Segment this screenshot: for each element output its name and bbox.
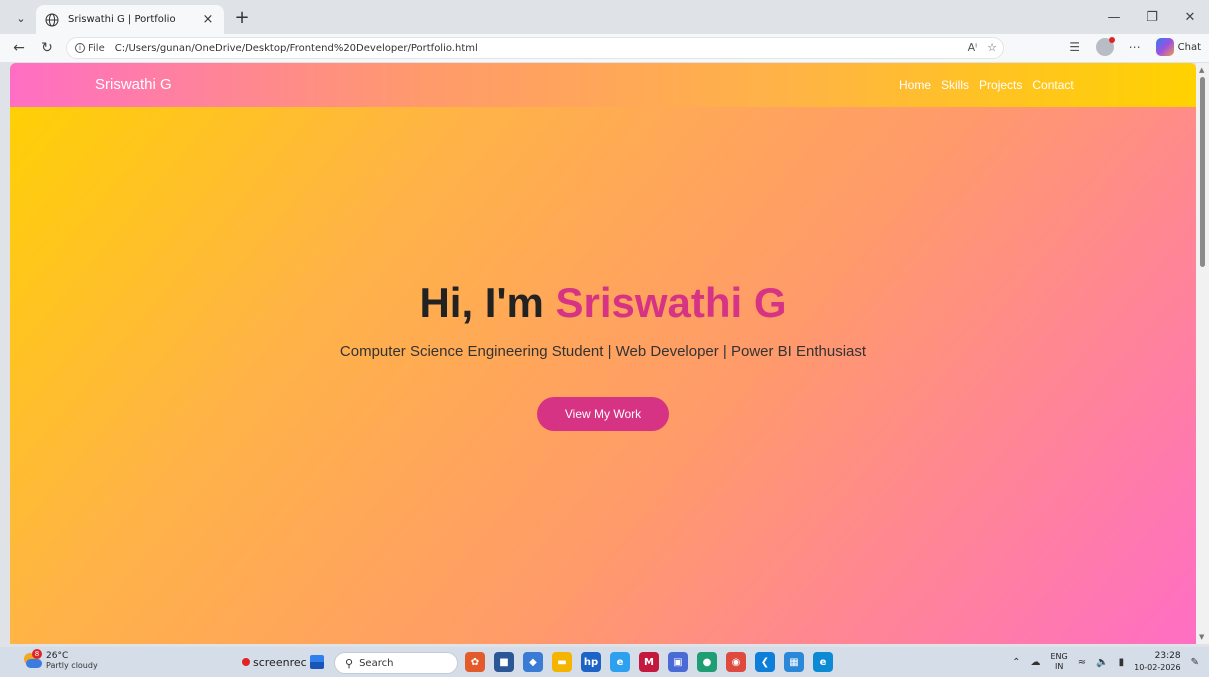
search-icon: ⚲ xyxy=(345,656,354,670)
browser-app-icon[interactable]: e xyxy=(610,652,630,672)
tray-app-icon[interactable]: ☁ xyxy=(1031,657,1041,668)
site-navbar: Sriswathi G Home Skills Projects Contact xyxy=(10,63,1196,107)
taskbar-apps: ✿ ■ ◆ ▬ hp e M ▣ ● ◉ ❮ ▦ e xyxy=(465,652,833,672)
screenrec-icon xyxy=(309,655,324,669)
browser-titlebar: ⌄ Sriswathi G | Portfolio × + — ❐ ✕ xyxy=(0,0,1209,34)
profile-avatar-icon[interactable] xyxy=(1095,37,1115,56)
scroll-up-icon[interactable]: ▲ xyxy=(1199,66,1204,74)
restore-icon[interactable]: ❐ xyxy=(1133,0,1171,34)
chat-label: Chat xyxy=(1177,41,1201,53)
clock-time: 23:28 xyxy=(1154,651,1181,661)
scroll-down-icon[interactable]: ▼ xyxy=(1199,633,1204,641)
battery-icon[interactable]: ▮ xyxy=(1119,657,1125,668)
site-logo[interactable]: Sriswathi G xyxy=(95,76,172,93)
copilot-icon xyxy=(1155,38,1174,56)
screenrec-label: screenrec xyxy=(253,655,307,669)
file-explorer-icon[interactable]: ▬ xyxy=(552,652,572,672)
chrome-icon[interactable]: ◉ xyxy=(726,652,746,672)
tab-close-icon[interactable]: × xyxy=(200,12,216,27)
weather-badge: 8 xyxy=(32,649,42,659)
task-view-icon[interactable]: ■ xyxy=(494,652,514,672)
copilot-app-icon[interactable]: ◆ xyxy=(523,652,543,672)
clock-date: 10-02-2026 xyxy=(1134,663,1181,672)
search-placeholder: Search xyxy=(359,657,394,669)
nav-link-home[interactable]: Home xyxy=(899,78,931,92)
refresh-icon[interactable]: ↻ xyxy=(36,38,58,58)
vscode-icon[interactable]: ❮ xyxy=(755,652,775,672)
favorites-icon[interactable]: ☰ xyxy=(1066,40,1084,54)
weather-desc: Partly cloudy xyxy=(46,661,98,670)
system-tray: ⌃ ☁ ENG IN ≈ 🔈 ▮ 23:28 10-02-2026 ✎ xyxy=(1012,651,1199,673)
tab-title: Sriswathi G | Portfolio xyxy=(68,14,176,25)
notes-app-icon[interactable]: ▦ xyxy=(784,652,804,672)
tray-overflow-chevron-icon[interactable]: ⌃ xyxy=(1012,657,1020,668)
lang-top: ENG xyxy=(1050,652,1068,661)
site-info-button[interactable]: i File xyxy=(75,43,105,54)
url-scheme-label: File xyxy=(88,42,105,54)
minimize-icon[interactable]: — xyxy=(1095,0,1133,34)
volume-icon[interactable]: 🔈 xyxy=(1096,657,1108,668)
screenrec-app[interactable]: screenrec xyxy=(242,655,324,669)
page-scrollbar[interactable]: ▲ ▼ xyxy=(1196,63,1209,644)
close-window-icon[interactable]: ✕ xyxy=(1171,0,1209,34)
globe-icon xyxy=(44,12,60,28)
copilot-chat-button[interactable]: Chat xyxy=(1155,38,1201,56)
browser-toolbar: ← ↻ i File C:/Users/gunan/OneDrive/Deskt… xyxy=(0,34,1209,62)
window-controls: — ❐ ✕ xyxy=(1095,0,1209,34)
hero-heading: Hi, I'm Sriswathi G xyxy=(10,279,1196,327)
clock[interactable]: 23:28 10-02-2026 xyxy=(1134,651,1181,673)
notification-dot xyxy=(1108,37,1115,43)
edge-icon[interactable]: e xyxy=(813,652,833,672)
address-bar[interactable]: i File C:/Users/gunan/OneDrive/Desktop/F… xyxy=(66,37,1004,59)
read-aloud-icon[interactable]: Aⁱ xyxy=(968,41,978,54)
tab-list-chevron-icon[interactable]: ⌄ xyxy=(10,8,32,28)
url-text[interactable]: C:/Users/gunan/OneDrive/Desktop/Frontend… xyxy=(115,43,478,54)
favorite-star-icon[interactable]: ☆ xyxy=(987,41,997,54)
widgets-icon[interactable]: ✿ xyxy=(465,652,485,672)
hero-section: Hi, I'm Sriswathi G Computer Science Eng… xyxy=(10,107,1196,644)
nav-link-skills[interactable]: Skills xyxy=(941,78,969,92)
nav-link-projects[interactable]: Projects xyxy=(979,78,1022,92)
more-options-icon[interactable]: ⋯ xyxy=(1126,40,1144,54)
wifi-icon[interactable]: ≈ xyxy=(1078,657,1086,668)
hp-app-icon[interactable]: hp xyxy=(581,652,601,672)
nav-links: Home Skills Projects Contact xyxy=(899,78,1074,92)
page-viewport: Sriswathi G Home Skills Projects Contact… xyxy=(10,63,1196,644)
toolbar-icons: ☰ ⋯ Chat xyxy=(1066,37,1201,56)
weather-widget[interactable]: 8 26°C Partly cloudy xyxy=(22,649,98,671)
scrollbar-thumb[interactable] xyxy=(1200,77,1205,267)
mcafee-icon[interactable]: M xyxy=(639,652,659,672)
weather-temp: 26°C xyxy=(46,651,69,661)
back-arrow-icon[interactable]: ← xyxy=(8,38,30,58)
app-icon-green[interactable]: ● xyxy=(697,652,717,672)
hero-subtitle: Computer Science Engineering Student | W… xyxy=(339,343,867,360)
store-icon[interactable]: ▣ xyxy=(668,652,688,672)
lang-bottom: IN xyxy=(1054,662,1064,671)
taskbar-search[interactable]: ⚲ Search xyxy=(334,652,458,674)
browser-tab[interactable]: Sriswathi G | Portfolio × xyxy=(36,5,224,34)
hero-name: Sriswathi G xyxy=(555,279,787,326)
notifications-icon[interactable]: ✎ xyxy=(1191,657,1199,668)
address-bar-actions: Aⁱ ☆ xyxy=(968,41,997,54)
hero-greeting: Hi, I'm xyxy=(419,279,556,326)
weather-icon: 8 xyxy=(22,649,42,671)
nav-link-contact[interactable]: Contact xyxy=(1032,78,1073,92)
new-tab-button[interactable]: + xyxy=(231,6,253,28)
windows-taskbar: 8 26°C Partly cloudy screenrec ⚲ Search … xyxy=(0,647,1209,677)
view-my-work-button[interactable]: View My Work xyxy=(537,397,669,431)
language-indicator[interactable]: ENG IN xyxy=(1051,652,1068,672)
record-dot-icon xyxy=(242,658,250,666)
info-icon: i xyxy=(75,43,85,53)
